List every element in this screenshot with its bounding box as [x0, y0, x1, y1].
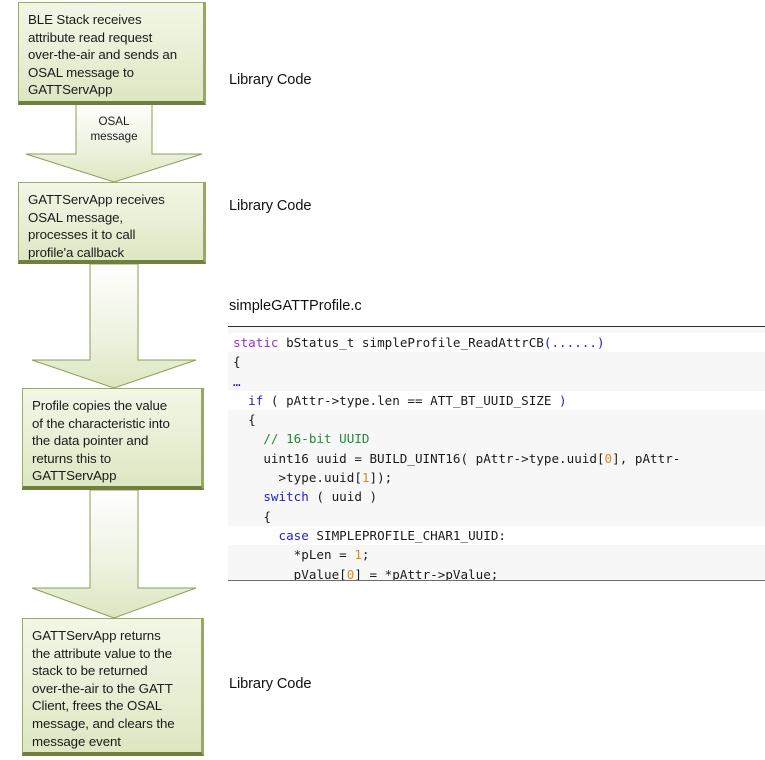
- code-token: SIMPLEPROFILE_CHAR1_UUID:: [308, 527, 506, 543]
- annotation-library-code-2: Library Code: [229, 198, 312, 214]
- code-line: // 16-bit UUID: [228, 429, 765, 448]
- code-line: case SIMPLEPROFILE_CHAR1_UUID:: [228, 525, 765, 546]
- flow-box-gattservapp-returns[interactable]: GATTServApp returns the attribute value …: [22, 618, 204, 756]
- code-line: static bStatus_t simpleProfile_ReadAttrC…: [228, 333, 765, 353]
- file-label-simplegattprofile: simpleGATTProfile.c: [229, 298, 362, 314]
- arrow-osal-message: OSAL message: [24, 101, 204, 183]
- flow-box-gattservapp-receives[interactable]: GATTServApp receives OSAL message, proce…: [18, 182, 206, 264]
- code-token: ): [559, 392, 567, 408]
- code-token: >type.uuid[: [233, 470, 362, 486]
- code-token: 1: [361, 470, 370, 486]
- code-token: 0: [604, 450, 613, 466]
- flow-box-gattservapp-receives-text: GATTServApp receives OSAL message, proce…: [28, 192, 165, 260]
- code-token: ], pAttr-: [612, 450, 681, 466]
- code-token: ] = *pAttr->pValue;: [354, 566, 499, 581]
- code-token: static: [233, 335, 279, 350]
- arrow-return-value: [24, 489, 204, 619]
- code-token: if: [248, 392, 264, 408]
- flow-box-ble-stack[interactable]: BLE Stack receives attribute read reques…: [18, 2, 206, 105]
- code-token: bStatus_t simpleProfile_ReadAttrCB: [286, 335, 544, 350]
- flow-box-profile-copies-text: Profile copies the value of the characte…: [32, 398, 170, 484]
- code-token: (......): [543, 335, 605, 350]
- arrow-1-shape: [25, 101, 203, 183]
- code-token: {: [233, 508, 271, 524]
- code-line: if ( pAttr->type.len == ATT_BT_UUID_SIZE…: [228, 390, 765, 411]
- arrow-2-shape: [31, 263, 197, 389]
- code-token: *pLen =: [233, 547, 355, 563]
- code-line: uint16 uuid = BUILD_UINT16( pAttr->type.…: [228, 449, 765, 468]
- code-line: pValue[0] = *pAttr->pValue;: [228, 565, 765, 581]
- flow-box-ble-stack-text: BLE Stack receives attribute read reques…: [28, 12, 178, 98]
- code-token: ]);: [369, 470, 393, 486]
- annotation-library-code-1: Library Code: [229, 72, 312, 88]
- code-token: {: [233, 412, 256, 428]
- code-token: ( uuid ): [308, 489, 378, 505]
- code-token: ( pAttr->type.len == ATT_BT_UUID_SIZE: [263, 392, 560, 408]
- code-token: switch: [263, 489, 309, 505]
- code-token: {: [233, 354, 241, 370]
- code-token: // 16-bit UUID: [233, 431, 370, 447]
- code-token: ;: [361, 547, 370, 563]
- flow-box-profile-copies[interactable]: Profile copies the value of the characte…: [22, 388, 204, 490]
- arrow-3-shape: [31, 489, 197, 619]
- code-line: {: [228, 352, 765, 371]
- flow-box-gattservapp-returns-text: GATTServApp returns the attribute value …: [32, 628, 175, 749]
- code-block-simplegattprofile[interactable]: static bStatus_t simpleProfile_ReadAttrC…: [228, 326, 765, 581]
- code-line: *pLen = 1;: [228, 545, 765, 564]
- code-token: …: [233, 373, 241, 389]
- code-line: >type.uuid[1]);: [228, 468, 765, 487]
- code-token: pValue[: [233, 566, 347, 581]
- code-token: uint16 uuid = BUILD_UINT16( pAttr->type.…: [233, 450, 605, 466]
- code-line: {: [228, 410, 765, 429]
- arrow-profile-callback: [24, 263, 204, 389]
- code-line: …: [228, 372, 765, 391]
- code-line: {: [228, 507, 765, 526]
- code-line: switch ( uuid ): [228, 487, 765, 506]
- annotation-library-code-3: Library Code: [229, 676, 312, 692]
- code-token: case: [278, 527, 309, 543]
- code-token: 1: [354, 547, 362, 563]
- diagram-canvas: OSAL message BLE Stack receives attribut…: [0, 0, 765, 760]
